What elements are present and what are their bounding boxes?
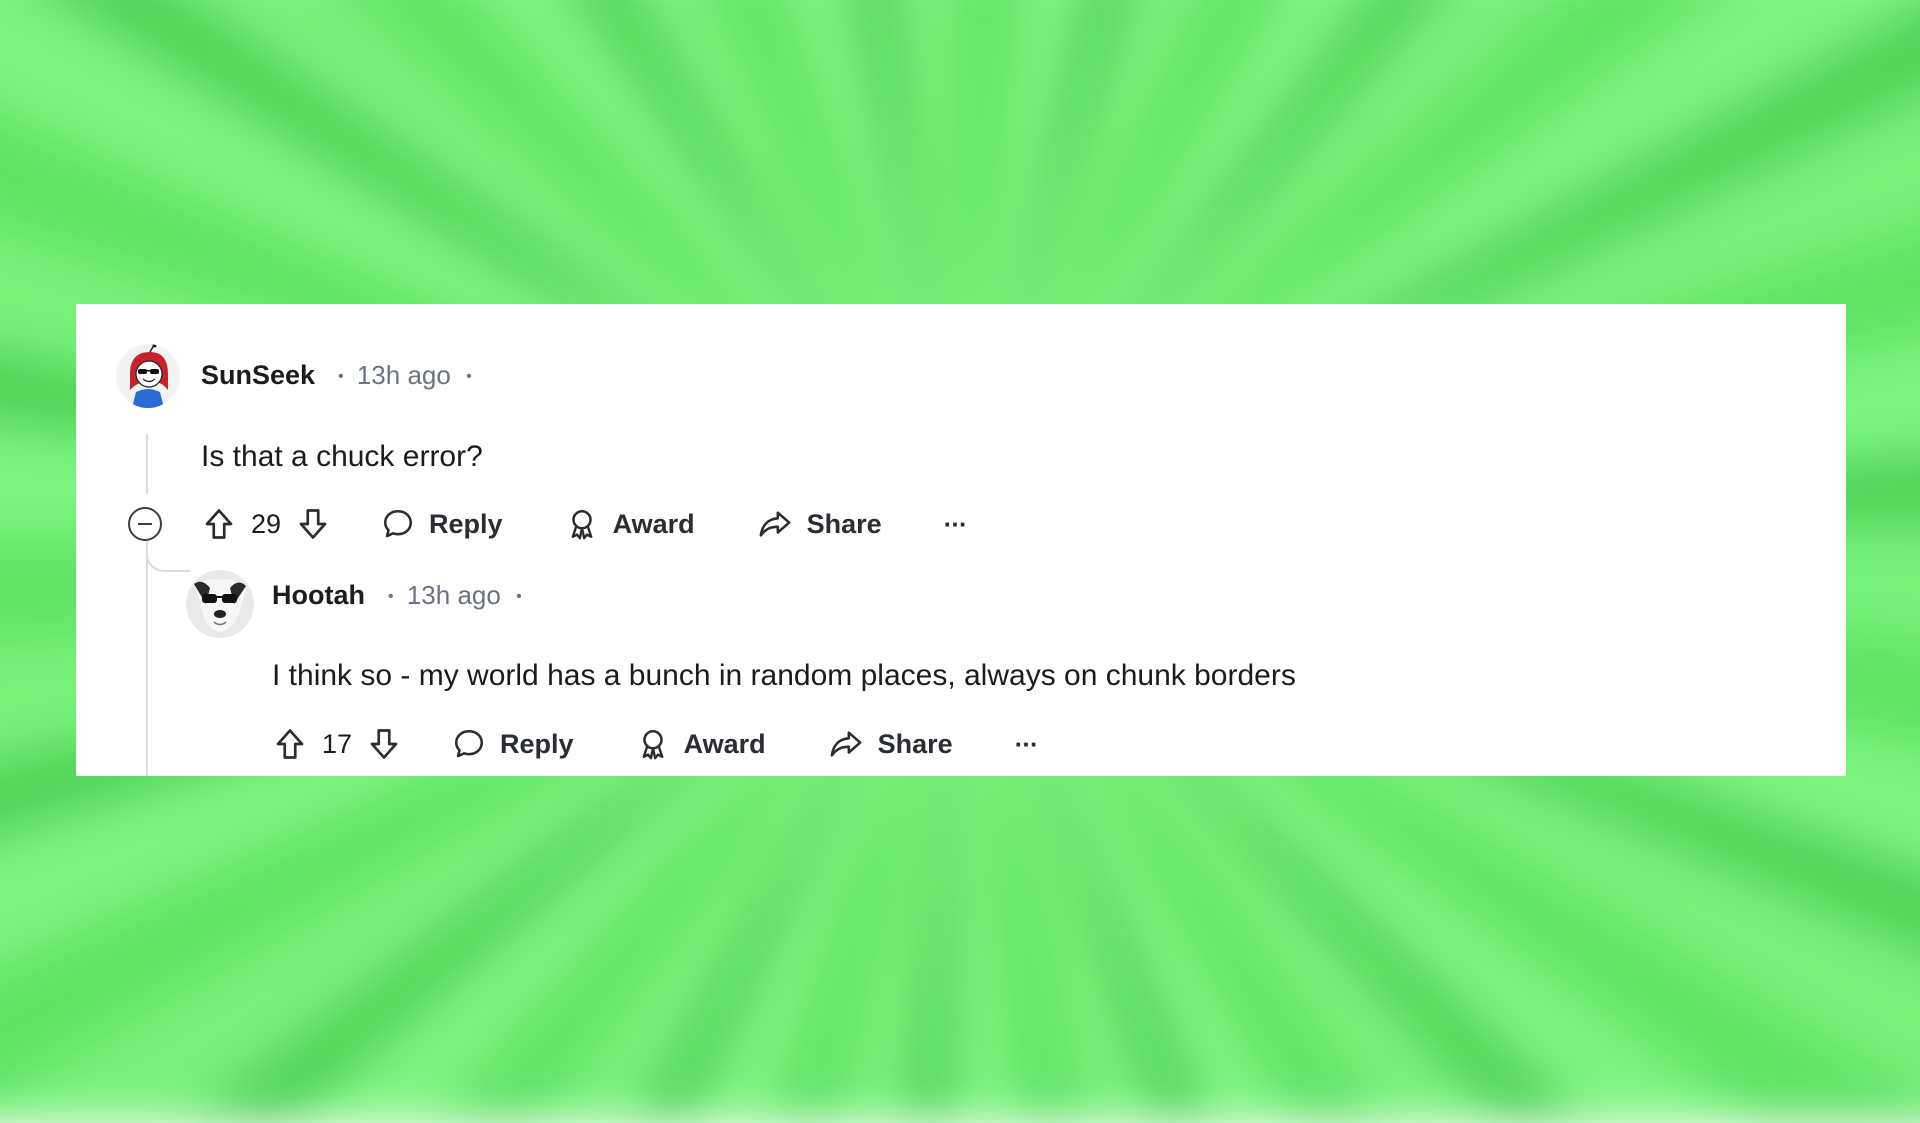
avatar-hootah[interactable]	[186, 570, 254, 638]
reply-label: Reply	[429, 508, 503, 539]
meta-dot: •	[466, 368, 472, 386]
meta-dot: •	[338, 368, 344, 386]
reply-label: Reply	[500, 728, 574, 759]
comment-author[interactable]: Hootah	[272, 580, 365, 611]
upvote-button[interactable]	[272, 726, 308, 762]
speech-bubble-icon	[384, 509, 413, 538]
vote-count: 29	[251, 508, 282, 539]
meta-dot: •	[516, 588, 522, 606]
collapse-thread-button[interactable]	[128, 507, 162, 541]
arrow-up-icon	[276, 729, 304, 759]
minus-circle-icon	[138, 523, 152, 525]
comment-thread-card: SunSeek • 13h ago • Is that a chuck erro…	[76, 304, 1846, 776]
award-button[interactable]: Award	[636, 727, 766, 761]
comment-timestamp[interactable]: 13h ago	[357, 360, 451, 390]
meta-dot: •	[388, 588, 394, 606]
comment-body: I think so - my world has a bunch in ran…	[272, 659, 1296, 692]
ribbon-award-icon	[642, 729, 663, 760]
upvote-button[interactable]	[201, 506, 237, 542]
comment-meta: • 13h ago •	[388, 580, 522, 611]
share-button[interactable]: Share	[828, 727, 953, 761]
thread-line-lower	[146, 536, 148, 776]
more-options-button[interactable]: ···	[944, 509, 968, 540]
arrow-down-icon	[299, 509, 327, 539]
share-label: Share	[806, 508, 882, 539]
share-arrow-icon	[830, 731, 862, 757]
reply-button[interactable]: Reply	[452, 727, 574, 761]
comment-meta: • 13h ago •	[338, 360, 472, 391]
speech-bubble-icon	[455, 729, 484, 758]
arrow-down-icon	[370, 729, 398, 759]
reply-connector	[146, 536, 190, 572]
share-button[interactable]: Share	[757, 507, 882, 541]
thread-line-upper	[146, 434, 148, 494]
award-label: Award	[612, 508, 695, 539]
award-label: Award	[683, 728, 766, 759]
more-options-button[interactable]: ···	[1015, 729, 1039, 760]
award-button[interactable]: Award	[565, 507, 695, 541]
comment-body: Is that a chuck error?	[201, 440, 483, 473]
comment-actions: 29 Reply Award Share ···	[201, 502, 968, 546]
share-label: Share	[877, 728, 953, 759]
ribbon-award-icon	[571, 509, 592, 540]
comment-author[interactable]: SunSeek	[201, 360, 315, 391]
reply-button[interactable]: Reply	[381, 507, 503, 541]
share-arrow-icon	[759, 511, 791, 537]
comment-timestamp[interactable]: 13h ago	[407, 580, 501, 610]
comment-actions: 17 Reply Award Share ···	[272, 722, 1039, 766]
avatar-sunseek[interactable]	[116, 344, 180, 408]
downvote-button[interactable]	[366, 726, 402, 762]
vote-count: 17	[322, 728, 353, 759]
arrow-up-icon	[205, 509, 233, 539]
downvote-button[interactable]	[295, 506, 331, 542]
